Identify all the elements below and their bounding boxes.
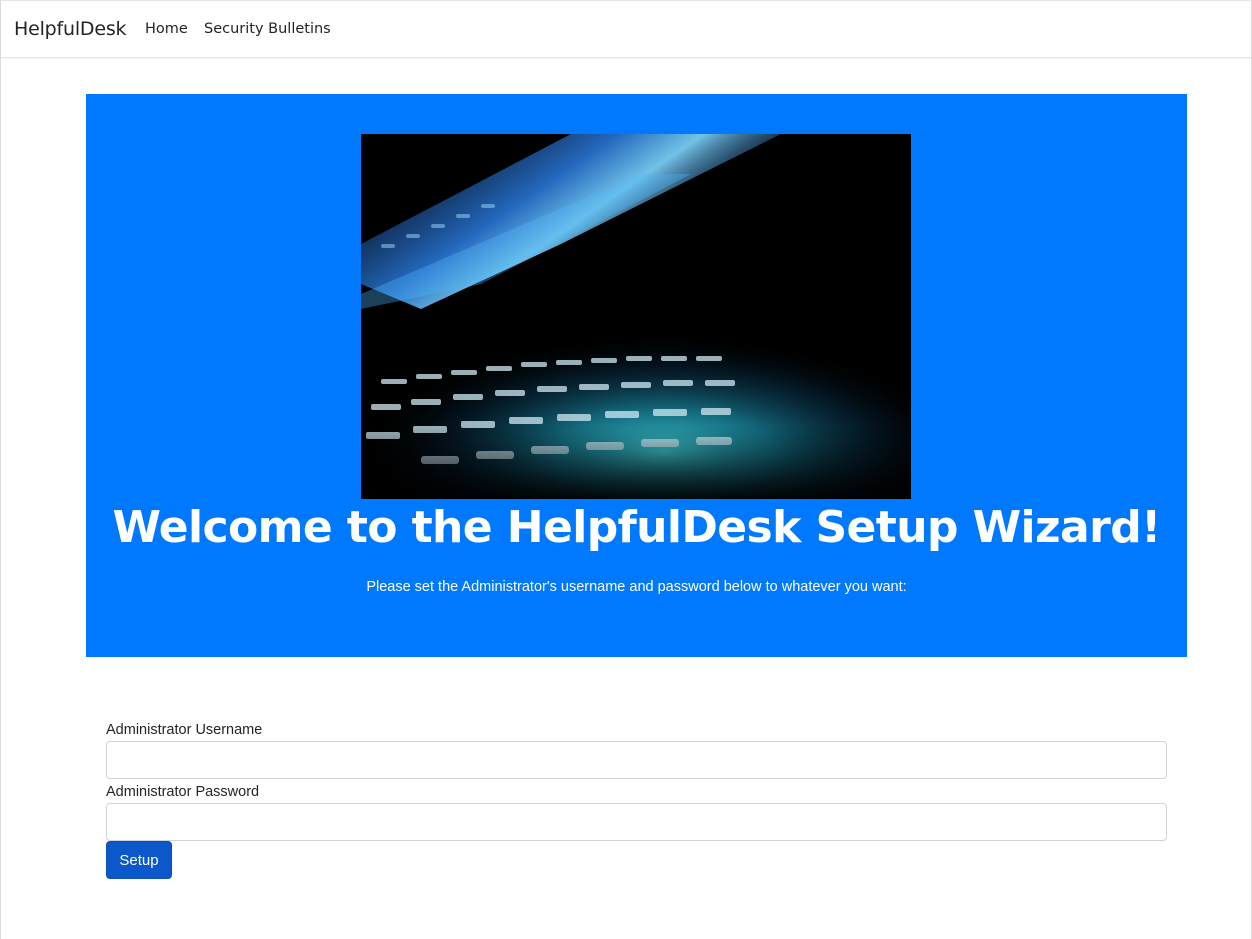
- username-label: Administrator Username: [106, 722, 263, 738]
- username-input[interactable]: [106, 741, 1167, 779]
- nav-link-security-bulletins[interactable]: Security Bulletins: [204, 21, 331, 37]
- password-label: Administrator Password: [106, 784, 260, 800]
- page: HelpfulDesk Home Security Bulletins Welc…: [0, 0, 1252, 939]
- hero-banner: Welcome to the HelpfulDesk Setup Wizard!…: [86, 94, 1187, 657]
- page-title: Welcome to the HelpfulDesk Setup Wizard!: [112, 502, 1161, 553]
- navbar-brand[interactable]: HelpfulDesk: [14, 18, 127, 40]
- navbar: HelpfulDesk Home Security Bulletins: [1, 1, 1251, 58]
- nav-link-home[interactable]: Home: [145, 21, 188, 37]
- setup-form: Administrator Username Administrator Pas…: [106, 719, 1167, 879]
- laptop-keyboard-image: [361, 134, 911, 499]
- setup-button[interactable]: Setup: [106, 841, 172, 879]
- hero-subtitle: Please set the Administrator's username …: [366, 579, 907, 595]
- password-input[interactable]: [106, 803, 1167, 841]
